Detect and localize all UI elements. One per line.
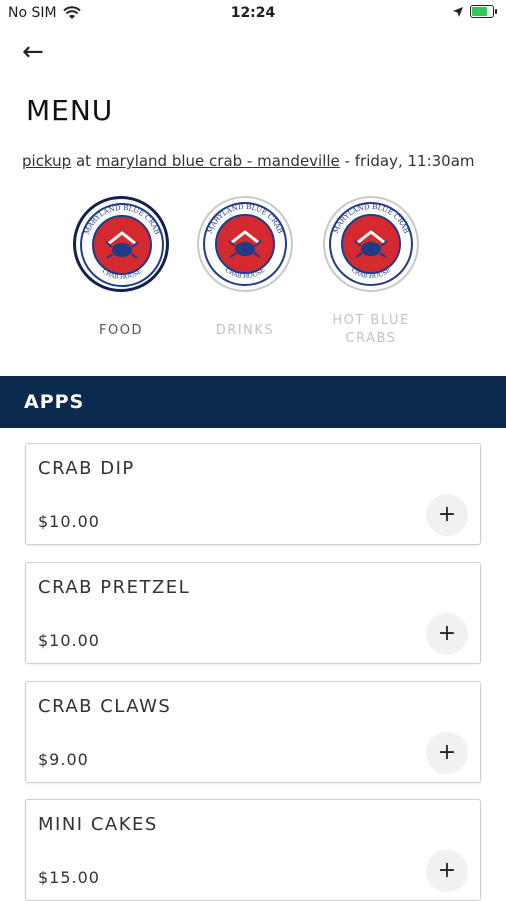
order-time-text: - friday, 11:30am [344, 152, 475, 170]
page-title: MENU [26, 94, 114, 127]
add-item-button[interactable]: + [426, 613, 468, 655]
category-hot-blue-crabs[interactable]: MARYLAND BLUE CRAB CRAB HOUSE HOT BLUE C… [316, 196, 426, 348]
crab-house-logo: MARYLAND BLUE CRAB CRAB HOUSE [197, 196, 293, 292]
section-header: APPS [0, 376, 506, 428]
item-price: $10.00 [38, 631, 100, 650]
order-info: pickup at maryland blue crab - mandevill… [22, 152, 475, 170]
item-name: CRAB PRETZEL [38, 577, 191, 598]
battery-icon [470, 5, 497, 18]
category-list: MARYLAND BLUE CRAB CRAB HOUSE FOOD MARYL… [0, 196, 506, 366]
add-item-button[interactable]: + [426, 732, 468, 774]
status-time: 12:24 [230, 5, 276, 21]
status-right [452, 5, 497, 18]
menu-item-card[interactable]: CRAB PRETZEL $10.00 + [25, 562, 481, 664]
back-arrow-icon[interactable]: ← [22, 36, 54, 68]
item-name: CRAB DIP [38, 458, 135, 479]
item-price: $9.00 [38, 750, 89, 769]
category-food[interactable]: MARYLAND BLUE CRAB CRAB HOUSE FOOD [66, 196, 176, 340]
add-item-button[interactable]: + [426, 494, 468, 536]
item-price: $10.00 [38, 512, 100, 531]
category-drinks[interactable]: MARYLAND BLUE CRAB CRAB HOUSE DRINKS [190, 196, 300, 340]
menu-item-card[interactable]: CRAB CLAWS $9.00 + [25, 681, 481, 783]
category-label: DRINKS [215, 323, 275, 338]
plus-icon: + [437, 740, 457, 765]
menu-item-card[interactable]: CRAB DIP $10.00 + [25, 443, 481, 545]
add-item-button[interactable]: + [426, 850, 468, 892]
plus-icon: + [437, 502, 457, 527]
location-arrow-icon [453, 6, 463, 17]
category-label: HOT BLUE CRABS [332, 313, 410, 346]
item-name: CRAB CLAWS [38, 696, 172, 717]
item-price: $15.00 [38, 868, 100, 887]
status-bar: No SIM 12:24 [0, 0, 506, 28]
order-at-text: at [75, 152, 92, 170]
item-name: MINI CAKES [38, 814, 158, 835]
crab-house-logo: MARYLAND BLUE CRAB CRAB HOUSE [73, 196, 169, 292]
category-label: FOOD [99, 323, 143, 338]
location-link[interactable]: maryland blue crab - mandeville [96, 152, 340, 170]
crab-house-logo: MARYLAND BLUE CRAB CRAB HOUSE [323, 196, 419, 292]
plus-icon: + [437, 858, 457, 883]
plus-icon: + [437, 621, 457, 646]
menu-item-card[interactable]: MINI CAKES $15.00 + [25, 799, 481, 901]
order-mode-link[interactable]: pickup [22, 152, 71, 170]
